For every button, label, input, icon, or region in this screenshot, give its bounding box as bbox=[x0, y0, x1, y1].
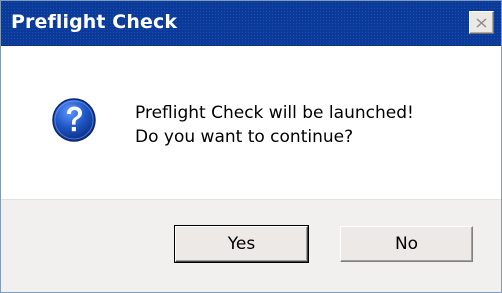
title-bar[interactable]: Preflight Check bbox=[1, 1, 501, 46]
close-button[interactable] bbox=[469, 11, 494, 34]
close-icon bbox=[475, 17, 488, 29]
dialog-content: Preflight Check will be launched! Do you… bbox=[1, 46, 501, 199]
dialog-window: Preflight Check Preflight Check will be … bbox=[0, 0, 502, 293]
message-line-2: Do you want to continue? bbox=[135, 127, 354, 147]
question-icon bbox=[51, 97, 97, 143]
dialog-message: Preflight Check will be launched! Do you… bbox=[135, 101, 414, 149]
message-line-1: Preflight Check will be launched! bbox=[135, 103, 414, 123]
button-bar: Yes No bbox=[1, 199, 501, 292]
dialog-title: Preflight Check bbox=[11, 11, 178, 33]
no-button[interactable]: No bbox=[340, 226, 473, 262]
yes-button[interactable]: Yes bbox=[175, 226, 308, 262]
